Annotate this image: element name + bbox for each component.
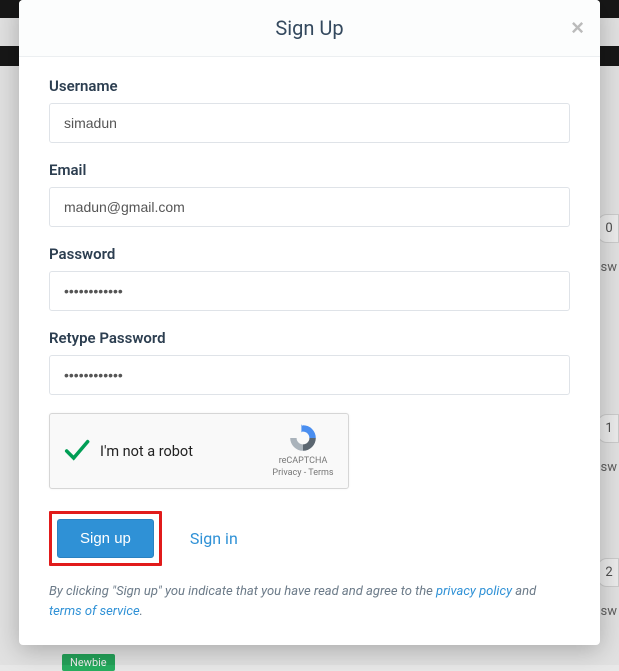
recaptcha-label: I'm not a robot	[90, 443, 270, 460]
disclaimer-middle: and	[512, 584, 536, 599]
form-actions: Sign up Sign in	[49, 511, 570, 566]
password-input[interactable]	[49, 271, 570, 311]
recaptcha-privacy-link[interactable]: Privacy	[272, 468, 301, 478]
recaptcha-brand-text: reCAPTCHA	[270, 456, 336, 468]
signup-modal: Sign Up × Username Email Password Retype…	[19, 0, 600, 645]
signup-highlight: Sign up	[49, 511, 162, 566]
terms-of-service-link[interactable]: terms of service	[49, 604, 140, 619]
modal-body: Username Email Password Retype Password …	[19, 57, 600, 645]
modal-title: Sign Up	[275, 16, 343, 40]
username-group: Username	[49, 77, 570, 143]
password-label: Password	[49, 245, 570, 263]
close-button[interactable]: ×	[571, 17, 584, 39]
retype-password-input[interactable]	[49, 355, 570, 395]
email-input[interactable]	[49, 187, 570, 227]
recaptcha-widget[interactable]: I'm not a robot reCAPTCHA Privacy - Term…	[49, 413, 349, 489]
retype-password-label: Retype Password	[49, 329, 570, 347]
recaptcha-logo-icon	[287, 422, 319, 454]
recaptcha-terms-link[interactable]: Terms	[308, 468, 333, 478]
disclaimer-suffix: .	[140, 604, 143, 619]
checkmark-icon	[62, 437, 90, 465]
retype-password-group: Retype Password	[49, 329, 570, 395]
signin-link[interactable]: Sign in	[190, 529, 238, 548]
disclaimer-prefix: By clicking "Sign up" you indicate that …	[49, 584, 436, 599]
disclaimer-text: By clicking "Sign up" you indicate that …	[49, 582, 570, 621]
email-label: Email	[49, 161, 570, 179]
modal-header: Sign Up ×	[19, 0, 600, 57]
password-group: Password	[49, 245, 570, 311]
signup-button[interactable]: Sign up	[57, 519, 154, 558]
privacy-policy-link[interactable]: privacy policy	[436, 584, 512, 599]
recaptcha-branding: reCAPTCHA Privacy - Terms	[270, 422, 336, 479]
close-icon: ×	[571, 15, 584, 40]
username-label: Username	[49, 77, 570, 95]
recaptcha-links: Privacy - Terms	[270, 468, 336, 480]
username-input[interactable]	[49, 103, 570, 143]
email-group: Email	[49, 161, 570, 227]
